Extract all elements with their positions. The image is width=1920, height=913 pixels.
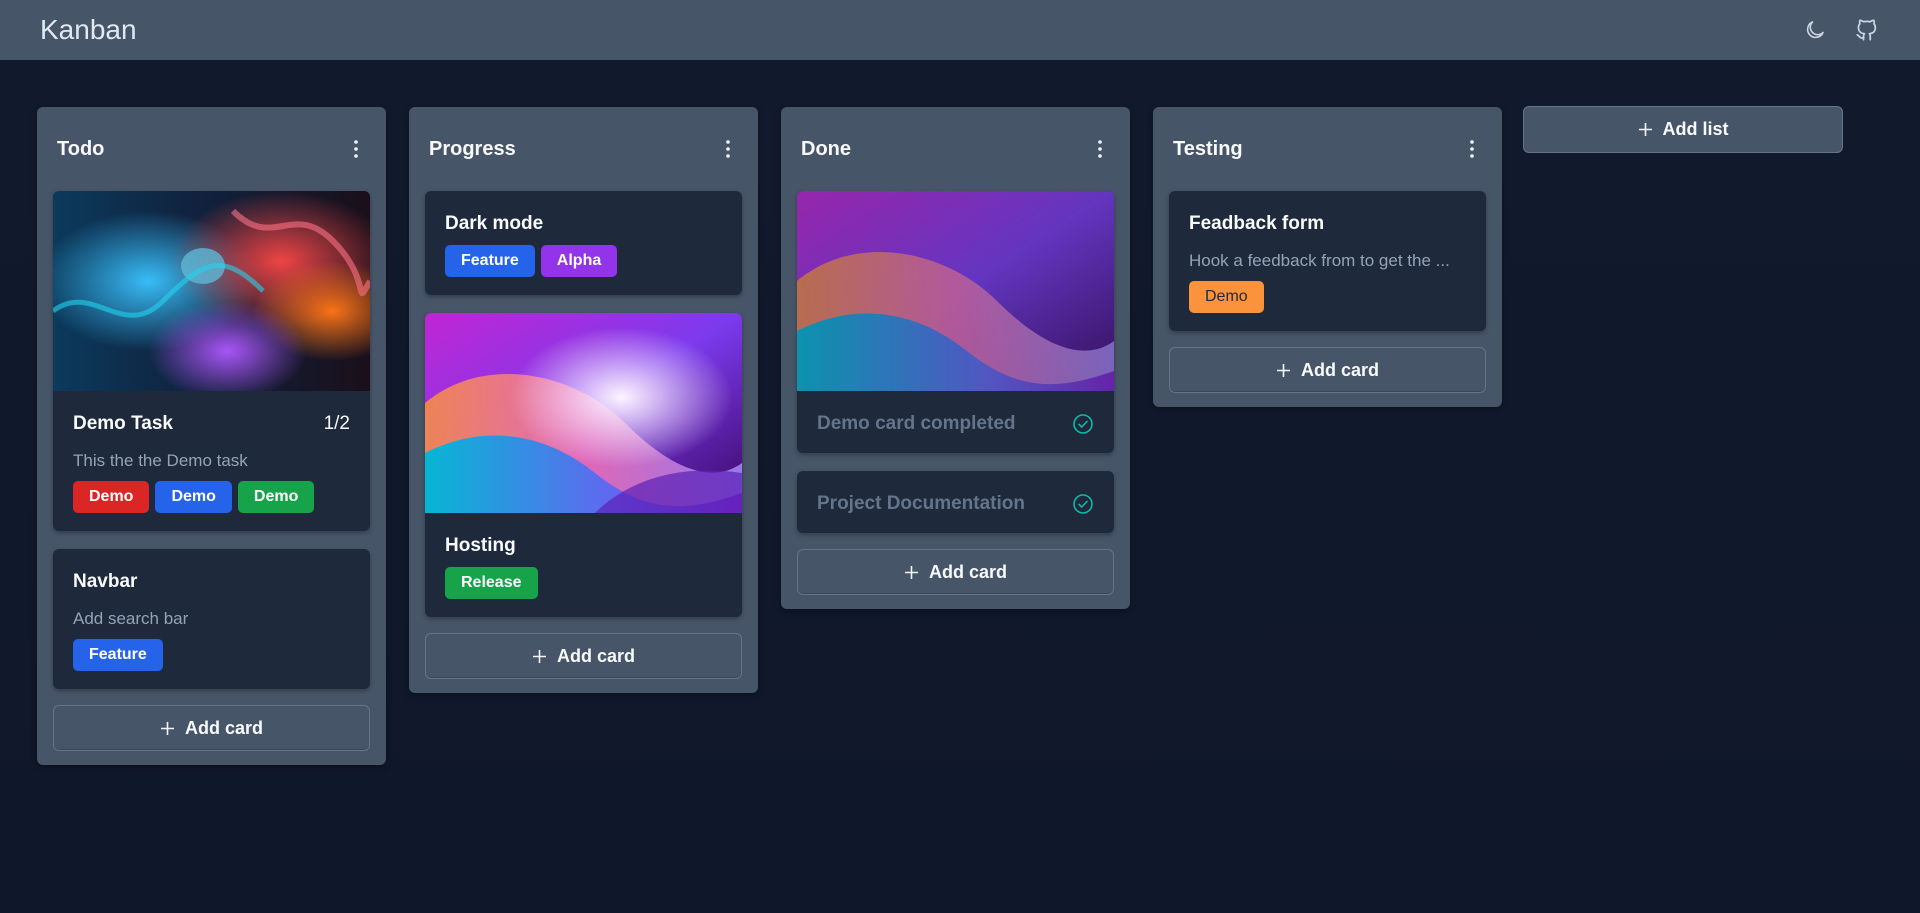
card-title: Feadback form: [1189, 213, 1325, 234]
add-card-label: Add card: [928, 561, 1007, 582]
card-navbar[interactable]: Navbar Add search bar Feature: [53, 549, 370, 689]
navbar: Kanban: [0, 0, 1920, 60]
card-title: Project Documentation: [817, 493, 1025, 514]
card-body: Project Documentation: [797, 471, 1114, 533]
purple-waves-image: [797, 191, 1114, 391]
card-title-row: Project Documentation: [817, 493, 1094, 515]
card-description: Add search bar: [73, 609, 189, 628]
list-menu-icon[interactable]: [1090, 135, 1110, 163]
add-card-button[interactable]: Add card: [797, 549, 1114, 595]
list-header: Done: [797, 107, 1114, 191]
add-card-button[interactable]: Add card: [425, 633, 742, 679]
list-testing: Testing Feadback form Hook a feedback fr…: [1153, 107, 1502, 407]
card-title: Demo Task: [73, 413, 173, 434]
list-header: Progress: [425, 107, 742, 191]
tag: Demo: [1189, 281, 1264, 313]
tag-list: Release: [445, 567, 722, 599]
card-body: Navbar Add search bar Feature: [53, 549, 370, 689]
list-progress: Progress Dark mode Feature Alpha Hosting…: [409, 107, 758, 693]
card-hosting[interactable]: Hosting Release: [425, 313, 742, 617]
card-title: Navbar: [73, 571, 138, 592]
tag: Demo: [237, 481, 315, 513]
plus-icon: [1276, 363, 1290, 377]
card-feedback-form[interactable]: Feadback form Hook a feedback from to ge…: [1169, 191, 1486, 331]
card-description: Hook a feedback from to get the ...: [1189, 251, 1450, 270]
list-todo: Todo Demo Task 1/2 This the the Demo tas…: [37, 107, 386, 765]
card-demo-task[interactable]: Demo Task 1/2 This the the Demo task Dem…: [53, 191, 370, 531]
card-title-row: Demo card completed: [817, 413, 1094, 435]
card-body: Hosting Release: [425, 513, 742, 617]
nav-actions: [1802, 17, 1880, 43]
card-description: This the the Demo task: [73, 451, 248, 470]
plus-icon: [904, 565, 918, 579]
github-icon[interactable]: [1854, 17, 1880, 43]
tag-list: Feature: [73, 639, 350, 671]
card-demo-completed[interactable]: Demo card completed: [797, 191, 1114, 453]
card-project-documentation[interactable]: Project Documentation: [797, 471, 1114, 533]
card-body: Feadback form Hook a feedback from to ge…: [1169, 191, 1486, 331]
check-circle-icon: [1073, 494, 1093, 514]
card-title-row: Feadback form: [1189, 213, 1466, 235]
list-title: Testing: [1173, 137, 1243, 160]
app-title[interactable]: Kanban: [40, 14, 137, 46]
add-card-button[interactable]: Add card: [1169, 347, 1486, 393]
card-title: Dark mode: [445, 213, 544, 234]
plus-icon: [532, 649, 546, 663]
card-dark-mode[interactable]: Dark mode Feature Alpha: [425, 191, 742, 295]
tag-list: Demo Demo Demo: [73, 481, 350, 513]
card-body: Demo Task 1/2 This the the Demo task Dem…: [53, 391, 370, 531]
list-title: Progress: [429, 137, 516, 160]
tag: Demo: [73, 481, 150, 513]
card-title: Demo card completed: [817, 413, 1016, 434]
purple-waves-image: [425, 313, 742, 513]
tag-list: Feature Alpha: [445, 245, 722, 277]
card-body: Dark mode Feature Alpha: [425, 191, 742, 295]
add-card-label: Add card: [556, 645, 635, 666]
tag: Demo: [155, 481, 232, 513]
add-card-label: Add card: [184, 717, 263, 738]
card-body: Demo card completed: [797, 391, 1114, 453]
list-done: Done Demo card completed Project Documen…: [781, 107, 1130, 609]
add-list-button[interactable]: Add list: [1523, 106, 1843, 153]
list-menu-icon[interactable]: [1462, 135, 1482, 163]
add-list-label: Add list: [1662, 119, 1729, 139]
list-header: Todo: [53, 107, 370, 191]
list-header: Testing: [1169, 107, 1486, 191]
card-title: Hosting: [445, 535, 516, 556]
list-menu-icon[interactable]: [718, 135, 738, 163]
kanban-board: Todo Demo Task 1/2 This the the Demo tas…: [0, 60, 1920, 913]
check-circle-icon: [1073, 414, 1093, 434]
ink-smoke-image: [53, 191, 370, 391]
list-menu-icon[interactable]: [346, 135, 366, 163]
tag: Feature: [445, 245, 535, 277]
add-card-label: Add card: [1300, 359, 1379, 380]
list-title: Done: [801, 137, 851, 160]
card-title-row: Navbar: [73, 571, 350, 593]
add-card-button[interactable]: Add card: [53, 705, 370, 751]
tag: Feature: [73, 639, 163, 671]
plus-icon: [1638, 123, 1652, 136]
card-title-row: Demo Task 1/2: [73, 413, 350, 435]
plus-icon: [160, 721, 174, 735]
card-title-row: Hosting: [445, 535, 722, 557]
card-title-row: Dark mode: [445, 213, 722, 235]
checklist-count: 1/2: [323, 413, 350, 434]
tag-list: Demo: [1189, 281, 1466, 313]
tag: Release: [445, 567, 538, 599]
list-title: Todo: [57, 137, 105, 160]
moon-icon[interactable]: [1802, 17, 1828, 43]
tag: Alpha: [540, 245, 618, 277]
